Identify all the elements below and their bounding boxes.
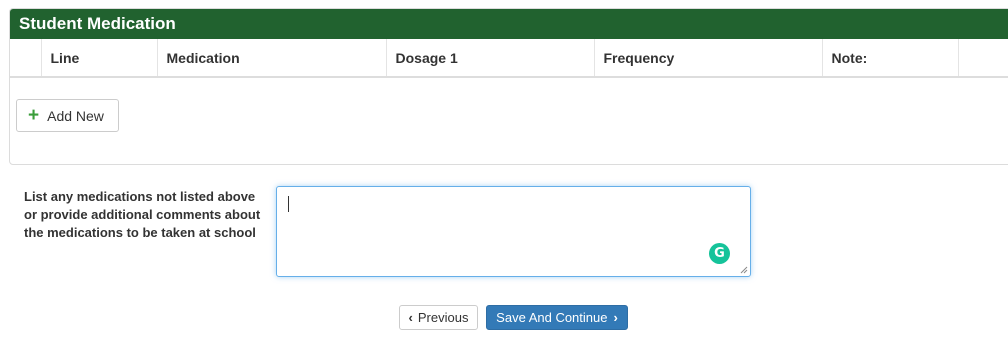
student-medication-panel: Student Medication Line Medication Dosag… [9, 8, 1008, 165]
save-and-continue-label: Save And Continue [496, 310, 608, 325]
column-header-frequency: Frequency [594, 39, 823, 78]
column-header-dosage: Dosage 1 [386, 39, 595, 78]
column-header-medication: Medication [157, 39, 387, 78]
column-header-actions [958, 39, 1008, 78]
add-new-label: Add New [47, 107, 104, 124]
resize-handle-icon[interactable] [740, 266, 748, 274]
column-header-line: Line [41, 39, 158, 78]
column-header-select [10, 39, 42, 78]
previous-label: Previous [417, 310, 469, 325]
text-cursor [288, 196, 289, 212]
add-new-button[interactable]: + Add New [16, 99, 119, 132]
medication-table: Line Medication Dosage 1 Frequency Note: [10, 39, 1008, 78]
comments-label: List any medications not listed above or… [24, 189, 261, 240]
plus-icon: + [28, 105, 40, 126]
chevron-right-icon: › [613, 310, 618, 325]
table-header-row: Line Medication Dosage 1 Frequency Note: [10, 39, 1008, 78]
column-header-note: Note: [822, 39, 959, 78]
grammarly-icon[interactable]: G [709, 243, 730, 264]
panel-title: Student Medication [10, 9, 1008, 39]
comments-textarea[interactable]: G [276, 186, 751, 277]
save-and-continue-button[interactable]: Save And Continue › [486, 305, 628, 330]
previous-button[interactable]: ‹ Previous [399, 305, 478, 330]
chevron-left-icon: ‹ [408, 310, 413, 325]
